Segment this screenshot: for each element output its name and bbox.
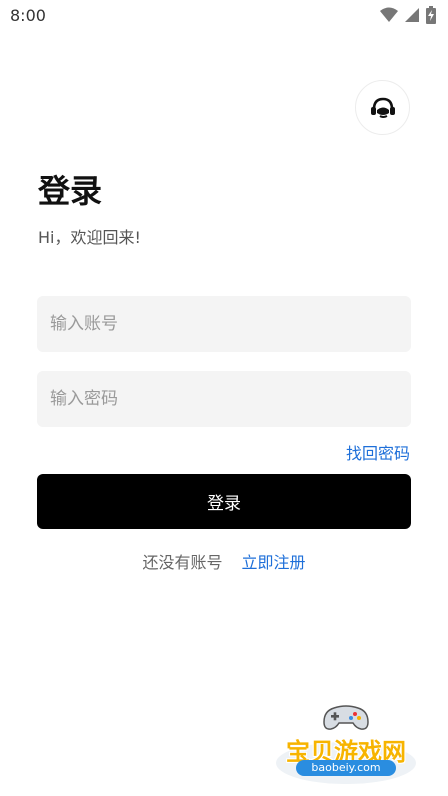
register-row: 还没有账号 立即注册 [0,549,448,573]
customer-service-button[interactable] [355,80,410,135]
welcome-subtitle: Hi，欢迎回来! [38,228,141,247]
page-title: 登录 [38,172,103,210]
register-link[interactable]: 立即注册 [242,553,306,572]
login-button[interactable]: 登录 [37,474,411,529]
no-account-text: 还没有账号 [142,553,223,572]
account-input[interactable] [37,296,411,352]
battery-charging-icon [426,6,436,24]
wifi-icon [380,7,398,22]
forgot-password-link[interactable]: 找回密码 [346,440,410,464]
status-icons [380,6,436,24]
site-watermark: 宝贝游戏网 baobeiy.com [272,700,420,790]
login-screen: 8:00 登录 Hi，欢迎回来! 找回密码 登录 [0,0,448,796]
status-bar: 8:00 [0,0,448,32]
customer-service-icon [370,97,395,118]
status-time: 8:00 [10,6,46,25]
gamepad-icon [323,705,369,730]
signal-icon [405,8,419,22]
watermark-url: baobeiy.com [296,760,396,776]
password-input[interactable] [37,371,411,427]
